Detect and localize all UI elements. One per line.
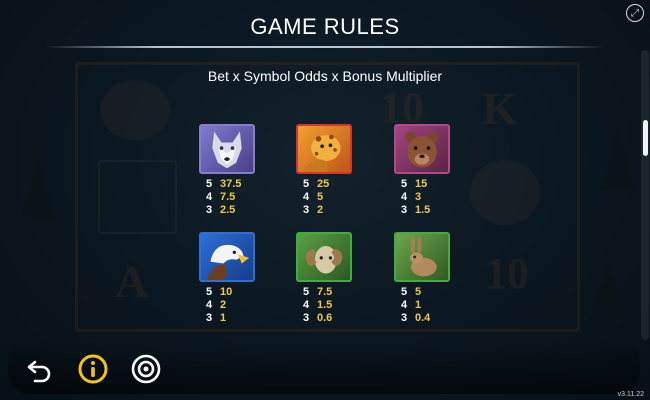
match-count: 3 (401, 312, 408, 324)
match-count: 3 (303, 204, 310, 216)
scrollbar-track[interactable] (641, 50, 649, 340)
match-count: 3 (206, 204, 213, 216)
match-count: 5 (303, 178, 310, 190)
odds-list: 5 10 42 31 (199, 286, 261, 325)
odds-value: 7.5 (220, 191, 236, 203)
match-count: 5 (206, 178, 213, 190)
match-count: 5 (401, 178, 408, 190)
match-count: 4 (303, 299, 310, 311)
odds-value: 5 (415, 286, 422, 298)
page-title: GAME RULES (250, 14, 400, 39)
leopard-symbol-icon (296, 124, 352, 174)
odds-value: 15 (415, 178, 428, 190)
match-count: 3 (206, 312, 213, 324)
eagle-symbol-icon (199, 232, 255, 282)
odds-list: 5 37.5 4 7.5 3 2.5 (199, 178, 261, 217)
paytable-entry-wolf: 5 37.5 4 7.5 3 2.5 (199, 124, 261, 217)
match-count: 3 (303, 312, 310, 324)
title-divider (45, 46, 605, 48)
odds-value: 3 (415, 191, 422, 203)
scrollbar-thumb[interactable] (643, 120, 648, 156)
odds-value: 7.5 (317, 286, 333, 298)
match-count: 4 (206, 191, 213, 203)
odds-list: 5 15 43 3 1.5 (394, 178, 456, 217)
paytable-entry-leopard: 5 25 45 32 (296, 124, 358, 217)
odds-value: 0.6 (317, 312, 333, 324)
odds-list: 5 7.5 4 1.5 3 0.6 (296, 286, 358, 325)
payout-formula: Bet x Symbol Odds x Bonus Multiplier (207, 68, 443, 84)
paytable-entry-eagle: 5 10 42 31 (199, 232, 261, 325)
odds-value: 5 (317, 191, 324, 203)
odds-value: 25 (317, 178, 330, 190)
odds-value: 2.5 (220, 204, 236, 216)
rabbit-symbol-icon (394, 232, 450, 282)
back-button[interactable] (22, 351, 58, 387)
odds-value: 2 (220, 299, 227, 311)
paytable-entry-bear: 5 15 43 3 1.5 (394, 124, 456, 217)
paytable-entry-ram: 5 7.5 4 1.5 3 0.6 (296, 232, 358, 325)
match-count: 5 (206, 286, 213, 298)
odds-list: 55 41 3 0.4 (394, 286, 456, 325)
odds-value: 10 (220, 286, 233, 298)
odds-value: 1.5 (317, 299, 333, 311)
odds-value: 2 (317, 204, 324, 216)
odds-value: 0.4 (415, 312, 431, 324)
match-count: 4 (401, 299, 408, 311)
back-arrow-icon (27, 360, 51, 383)
match-count: 3 (401, 204, 408, 216)
odds-value: 37.5 (220, 178, 242, 190)
paytable-entry-rabbit: 55 41 3 0.4 (394, 232, 456, 325)
info-icon (78, 354, 108, 384)
odds-value: 1 (415, 299, 422, 311)
ram-symbol-icon (296, 232, 352, 282)
odds-list: 5 25 45 32 (296, 178, 358, 217)
odds-value: 1.5 (415, 204, 431, 216)
settings-button[interactable] (128, 351, 164, 387)
info-button[interactable] (75, 351, 111, 387)
odds-value: 1 (220, 312, 227, 324)
bear-symbol-icon (394, 124, 450, 174)
match-count: 5 (401, 286, 408, 298)
match-count: 4 (401, 191, 408, 203)
settings-icon (131, 354, 161, 384)
wolf-symbol-icon (199, 124, 255, 174)
match-count: 4 (206, 299, 213, 311)
version-label: v3.11.22 (617, 391, 644, 398)
match-count: 4 (303, 191, 310, 203)
match-count: 5 (303, 286, 310, 298)
